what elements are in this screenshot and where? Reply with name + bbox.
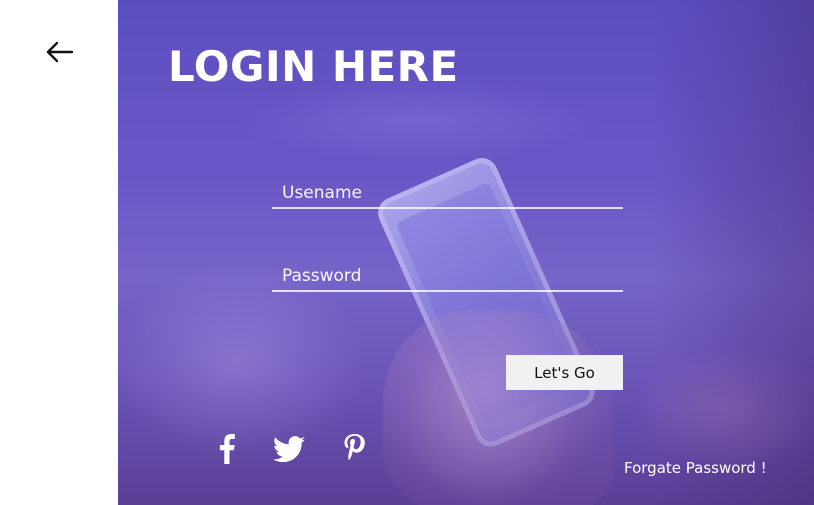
hero-shadow	[654, 0, 814, 505]
hand-image	[383, 310, 613, 505]
login-page: LOGIN HERE Let's Go Forgate Password !	[0, 0, 814, 505]
username-field	[272, 179, 623, 209]
forgot-password-link[interactable]: Forgate Password !	[624, 459, 767, 477]
username-input[interactable]	[272, 179, 623, 207]
twitter-icon	[273, 435, 305, 462]
twitter-link[interactable]	[272, 430, 306, 468]
facebook-icon	[219, 434, 235, 464]
password-field	[272, 262, 623, 292]
facebook-link[interactable]	[216, 430, 238, 468]
hero-background: LOGIN HERE Let's Go Forgate Password !	[118, 0, 814, 505]
back-button[interactable]	[42, 36, 78, 68]
left-strip	[0, 0, 118, 505]
pinterest-icon	[344, 434, 365, 461]
page-title: LOGIN HERE	[168, 42, 459, 91]
password-input[interactable]	[272, 262, 623, 290]
back-arrow-icon	[46, 41, 74, 63]
pinterest-link[interactable]	[341, 430, 367, 468]
lets-go-button[interactable]: Let's Go	[506, 355, 623, 390]
